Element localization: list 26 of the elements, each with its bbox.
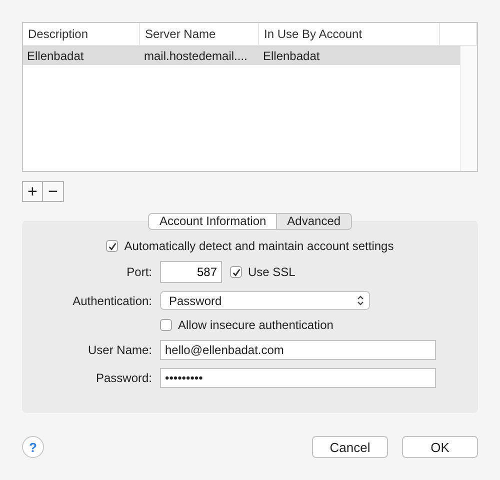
checkbox-label: Automatically detect and maintain account settings: [124, 239, 394, 253]
authentication-dropdown[interactable]: Password: [160, 291, 370, 310]
column-header[interactable]: Description: [23, 23, 140, 45]
checkbox[interactable]: [230, 266, 242, 278]
field-label: Port:: [126, 265, 152, 279]
port-field[interactable]: 587: [160, 261, 222, 283]
field-label: Authentication:: [72, 294, 152, 308]
help-button[interactable]: ?: [22, 436, 44, 458]
checkbox[interactable]: [160, 319, 172, 331]
field-label: User Name:: [86, 343, 152, 357]
field-label: Password:: [94, 371, 152, 385]
remove-button[interactable]: −: [43, 181, 64, 202]
column-header[interactable]: Server Name: [140, 23, 259, 45]
checkbox-label: Use SSL: [248, 265, 296, 279]
cancel-button[interactable]: Cancel: [312, 436, 388, 458]
password-field[interactable]: •••••••••: [160, 368, 436, 388]
tab[interactable]: Advanced: [277, 213, 352, 230]
table-row[interactable]: Ellenbadat mail.hostedemail.... Ellenbadat: [23, 46, 460, 65]
column-header[interactable]: In Use By Account: [259, 23, 440, 45]
checkbox[interactable]: [106, 240, 118, 252]
ok-button[interactable]: OK: [402, 436, 478, 458]
user-name-field[interactable]: hello@ellenbadat.com: [160, 340, 436, 360]
checkbox-label: Allow insecure authentication: [178, 318, 334, 332]
stepper-icon: [357, 295, 364, 306]
tab[interactable]: Account Information: [148, 213, 278, 230]
add-button[interactable]: +: [22, 181, 43, 202]
